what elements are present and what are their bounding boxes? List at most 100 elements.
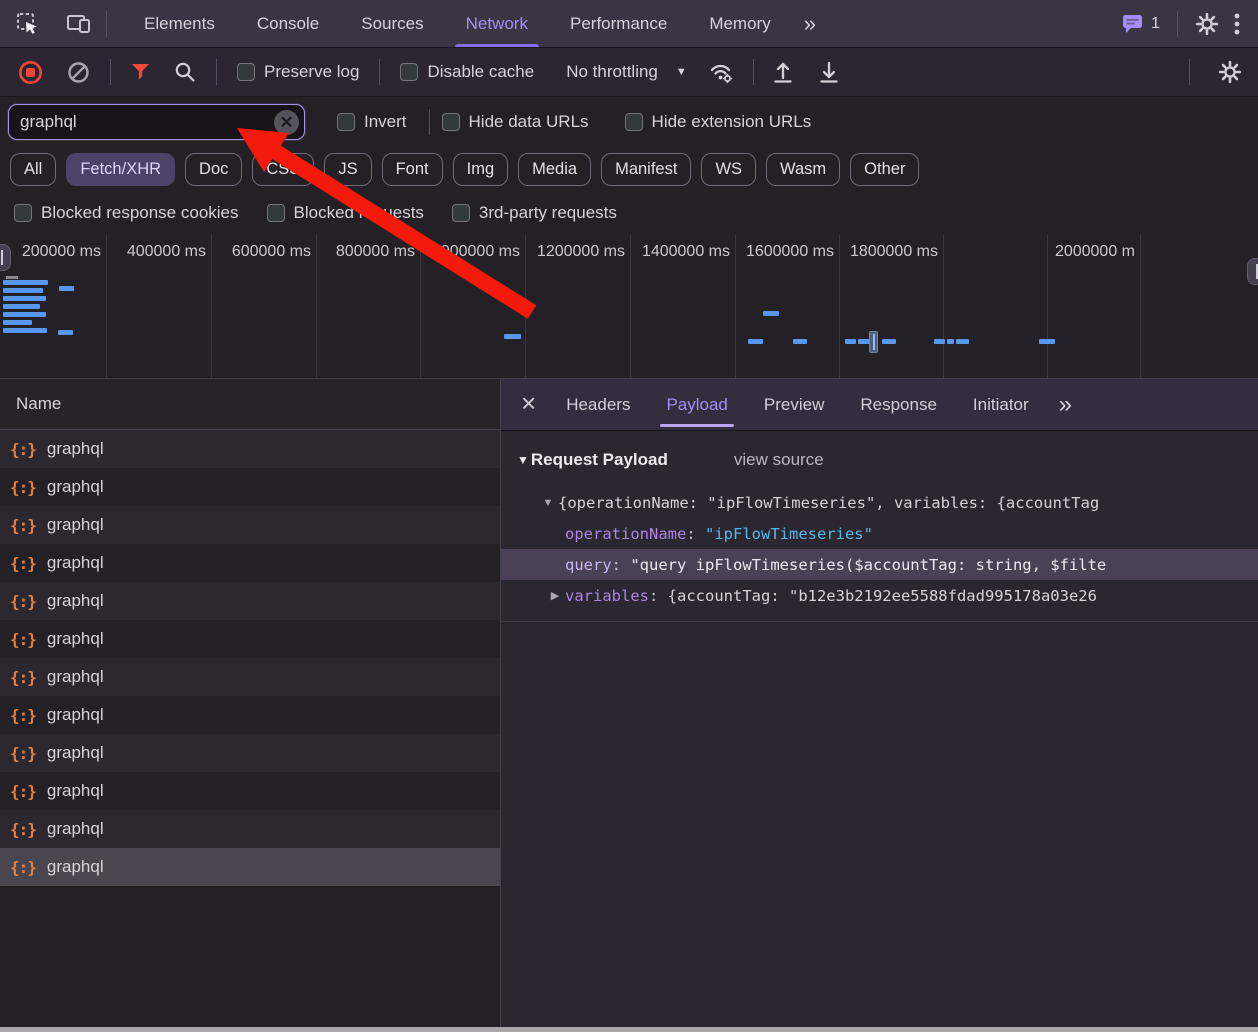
section-collapse-triangle-icon[interactable]: ▼ <box>517 453 529 467</box>
more-options-dots-icon[interactable] <box>1234 12 1240 36</box>
request-row[interactable]: {:} graphql <box>0 734 500 772</box>
view-source-link[interactable]: view source <box>734 450 824 470</box>
request-row[interactable]: {:} graphql <box>0 430 500 468</box>
issues-indicator[interactable]: 1 <box>1121 12 1160 35</box>
request-row[interactable]: {:} graphql <box>0 506 500 544</box>
filter-text-field[interactable] <box>9 112 304 132</box>
request-row[interactable]: {:} graphql <box>0 810 500 848</box>
hide-extension-urls-checkbox[interactable] <box>624 113 643 131</box>
waterfall-bar <box>3 328 47 333</box>
request-row[interactable]: {:} graphql <box>0 468 500 506</box>
filter-input[interactable]: ✕ <box>8 104 305 140</box>
toolbar-right-divider <box>1189 59 1190 85</box>
filter-chip-fetchxhr[interactable]: Fetch/XHR <box>66 152 176 186</box>
timeline-gridline <box>839 235 840 378</box>
filter-chip-img[interactable]: Img <box>452 152 509 186</box>
hide-data-urls-checkbox[interactable] <box>441 113 460 131</box>
more-panels-chevron-icon[interactable]: » <box>792 0 828 47</box>
tab-sources[interactable]: Sources <box>340 0 444 47</box>
timeline-gridline <box>943 235 944 378</box>
invert-toggle[interactable]: Invert <box>337 112 407 132</box>
filter-chip-manifest[interactable]: Manifest <box>601 152 692 186</box>
disable-cache-toggle[interactable]: Disable cache <box>400 62 534 82</box>
record-network-log-icon[interactable] <box>18 60 43 85</box>
payload-row-variables[interactable]: ▶ variables: {accountTag: "b12e3b2192ee55… <box>501 580 1258 611</box>
preserve-log-checkbox[interactable] <box>237 63 255 81</box>
hide-extension-urls-toggle[interactable]: Hide extension URLs <box>624 112 811 132</box>
throttling-dropdown[interactable]: No throttling ▼ <box>566 62 687 82</box>
tab-network[interactable]: Network <box>445 0 549 47</box>
toggle-device-toolbar-icon[interactable] <box>66 12 92 36</box>
request-row[interactable]: {:} graphql <box>0 658 500 696</box>
adv-filter-blocked-response-cookies[interactable]: Blocked response cookies <box>14 203 239 223</box>
search-icon[interactable] <box>174 61 196 83</box>
filter-chip-ws[interactable]: WS <box>701 152 757 186</box>
name-column-header[interactable]: Name <box>0 379 500 430</box>
tab-console[interactable]: Console <box>236 0 340 47</box>
preserve-log-toggle[interactable]: Preserve log <box>237 62 359 82</box>
export-har-icon[interactable] <box>818 60 840 84</box>
detail-tab-response[interactable]: Response <box>842 379 955 430</box>
detail-tab-initiator[interactable]: Initiator <box>955 379 1047 430</box>
payload-value: "ipFlowTimeseries" <box>705 524 873 543</box>
payload-summary-row[interactable]: ▼ {operationName: "ipFlowTimeseries", va… <box>501 487 1258 518</box>
checkbox-icon[interactable] <box>14 204 32 222</box>
timeline-tick-label: 1800000 ms <box>849 243 938 260</box>
fetch-xhr-braces-icon: {:} <box>10 819 37 839</box>
request-payload-title: Request Payload <box>530 450 668 469</box>
close-detail-icon[interactable]: × <box>515 390 548 419</box>
filter-chip-css[interactable]: CSS <box>252 152 315 186</box>
overview-left-drag-handle[interactable] <box>0 244 11 271</box>
request-row[interactable]: {:} graphql <box>0 620 500 658</box>
network-settings-gear-icon[interactable] <box>1218 60 1242 84</box>
filter-chip-doc[interactable]: Doc <box>185 152 243 186</box>
expand-triangle-icon[interactable]: ▼ <box>538 497 558 509</box>
overview-selection-marker[interactable] <box>869 331 878 353</box>
import-har-icon[interactable] <box>772 60 794 84</box>
detail-tab-payload[interactable]: Payload <box>648 379 745 430</box>
payload-value: "query ipFlowTimeseries($accountTag: str… <box>630 555 1107 574</box>
clear-network-log-icon[interactable] <box>67 61 90 84</box>
disable-cache-checkbox[interactable] <box>400 63 419 81</box>
request-row[interactable]: {:} graphql <box>0 772 500 810</box>
detail-tab-preview[interactable]: Preview <box>746 379 842 430</box>
settings-gear-icon[interactable] <box>1195 12 1219 36</box>
filter-chip-other[interactable]: Other <box>850 152 920 186</box>
throttling-value: No throttling <box>566 62 658 81</box>
detail-more-tabs-icon[interactable]: » <box>1053 392 1078 417</box>
network-overview-timeline[interactable]: 200000 ms 400000 ms 600000 ms 800000 ms 1000… <box>0 235 1258 379</box>
expand-triangle-icon[interactable]: ▶ <box>545 589 565 602</box>
checkbox-icon[interactable] <box>266 204 285 222</box>
filter-chip-all[interactable]: All <box>10 152 57 186</box>
waterfall-bar <box>504 334 521 339</box>
hide-data-urls-toggle[interactable]: Hide data URLs <box>441 112 589 132</box>
network-conditions-icon[interactable] <box>709 60 735 84</box>
filter-chip-media[interactable]: Media <box>518 152 592 186</box>
waterfall-bar <box>3 280 48 285</box>
tab-memory[interactable]: Memory <box>688 0 791 47</box>
checkbox-icon[interactable] <box>451 204 470 222</box>
adv-filter-3rd-party-requests[interactable]: 3rd-party requests <box>451 203 617 223</box>
adv-filter-blocked-requests[interactable]: Blocked requests <box>266 203 424 223</box>
request-row[interactable]: {:} graphql <box>0 848 500 886</box>
tab-performance[interactable]: Performance <box>549 0 688 47</box>
clear-filter-icon[interactable]: ✕ <box>274 110 299 135</box>
payload-row-operationName[interactable]: operationName: "ipFlowTimeseries" <box>501 518 1258 549</box>
detail-tab-headers[interactable]: Headers <box>548 379 648 430</box>
request-row[interactable]: {:} graphql <box>0 696 500 734</box>
fetch-xhr-braces-icon: {:} <box>10 857 37 877</box>
invert-checkbox[interactable] <box>337 113 355 131</box>
filter-chip-wasm[interactable]: Wasm <box>766 152 841 186</box>
tab-elements[interactable]: Elements <box>123 0 236 47</box>
timeline-tick-label: 2000000 m <box>1054 243 1135 260</box>
request-row[interactable]: {:} graphql <box>0 582 500 620</box>
filter-chip-font[interactable]: Font <box>381 152 443 186</box>
filter-chip-js[interactable]: JS <box>324 152 372 186</box>
request-name: graphql <box>46 629 104 648</box>
filter-funnel-icon[interactable] <box>131 63 150 81</box>
payload-row-query[interactable]: query: "query ipFlowTimeseries($accountT… <box>501 549 1258 580</box>
payload-key: variables <box>565 586 649 605</box>
overview-right-drag-handle[interactable] <box>1247 258 1258 285</box>
inspect-element-icon[interactable] <box>16 12 40 36</box>
request-row[interactable]: {:} graphql <box>0 544 500 582</box>
